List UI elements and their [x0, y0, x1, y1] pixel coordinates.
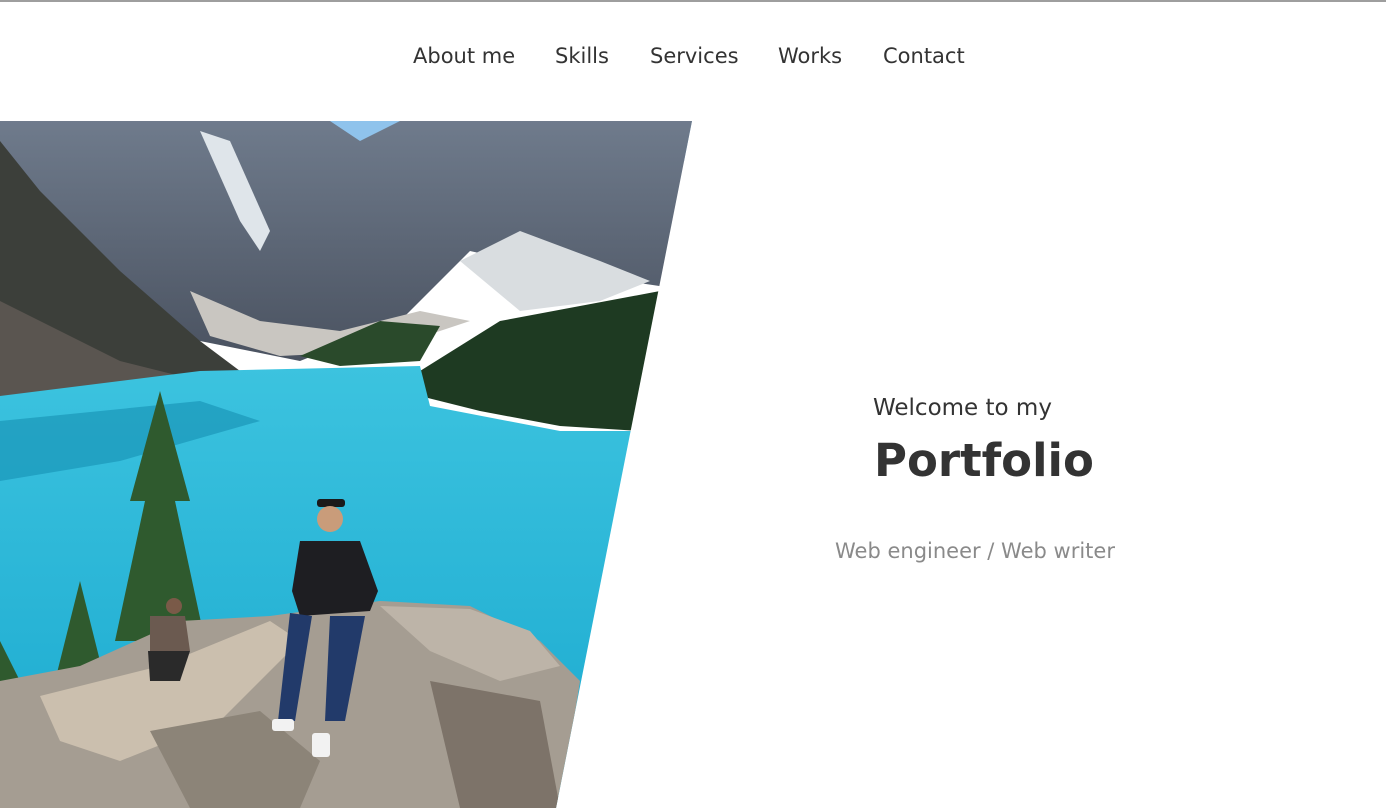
nav-contact[interactable]: Contact — [883, 44, 965, 68]
main-nav: About me Skills Services Works Contact — [0, 0, 1386, 121]
hero-title: Portfolio — [874, 434, 1094, 487]
nav-works[interactable]: Works — [778, 44, 842, 68]
hero-photo — [0, 121, 692, 808]
nav-skills[interactable]: Skills — [555, 44, 609, 68]
nav-about-me[interactable]: About me — [413, 44, 515, 68]
hero-subtitle: Web engineer / Web writer — [835, 539, 1115, 563]
nav-services[interactable]: Services — [650, 44, 739, 68]
hero-welcome: Welcome to my — [873, 395, 1052, 421]
hero-text: Welcome to my Portfolio Web engineer / W… — [692, 121, 1386, 808]
